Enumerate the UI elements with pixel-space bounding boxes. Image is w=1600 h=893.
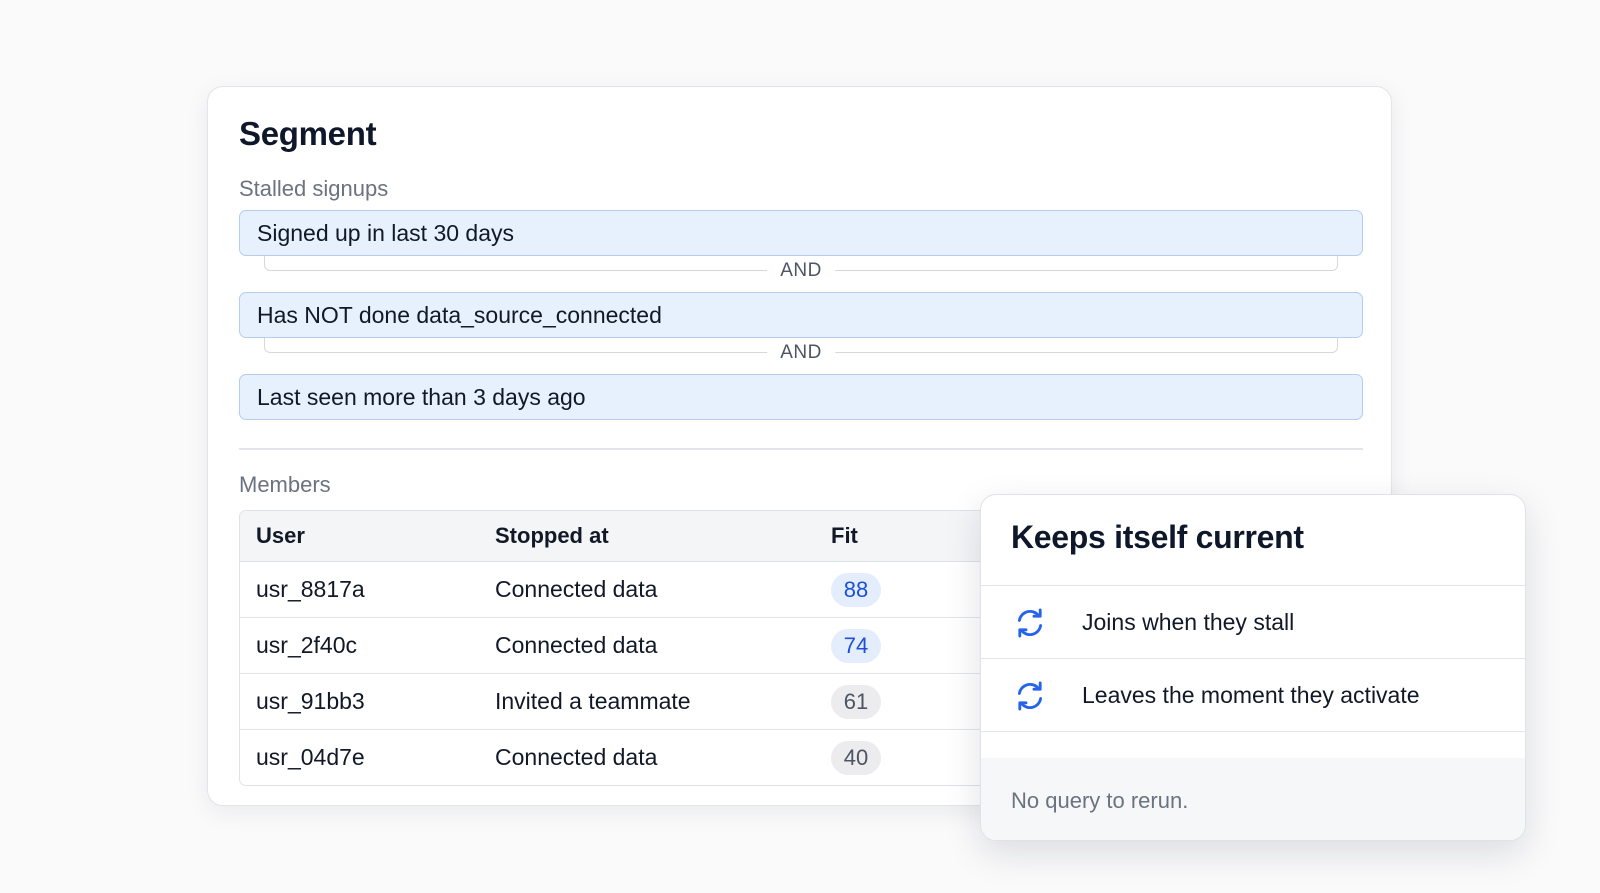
stopped-at: Connected data	[495, 632, 658, 658]
user-id: usr_04d7e	[256, 744, 365, 770]
fit-cell: 61	[831, 674, 881, 729]
feature-list: Joins when they stall Leaves the moment …	[981, 585, 1525, 732]
and-connector: AND	[264, 256, 1338, 282]
keeps-itself-current-card: Keeps itself current Joins when they sta…	[980, 494, 1526, 841]
condition-text: Last seen more than 3 days ago	[257, 383, 586, 410]
stopped-at: Invited a teammate	[495, 688, 691, 714]
condition-text: Signed up in last 30 days	[257, 219, 515, 246]
feature-item-joins: Joins when they stall	[981, 586, 1525, 659]
user-id: usr_91bb3	[256, 688, 365, 714]
segment-title: Segment	[239, 115, 377, 152]
section-divider	[239, 448, 1363, 450]
feature-text: Leaves the moment they activate	[1082, 681, 1420, 708]
feature-item-leaves: Leaves the moment they activate	[981, 659, 1525, 732]
fit-cell: 88	[831, 562, 881, 617]
fit-cell: 74	[831, 618, 881, 673]
stopped-at: Connected data	[495, 576, 658, 602]
fit-badge: 40	[831, 740, 881, 775]
feature-text: Joins when they stall	[1082, 608, 1295, 635]
column-header-fit[interactable]: Fit	[831, 511, 858, 561]
fit-badge: 74	[831, 628, 881, 663]
and-operator-label[interactable]: AND	[767, 342, 835, 364]
refresh-icon	[1017, 681, 1043, 711]
column-header-user[interactable]: User	[256, 511, 305, 561]
condition-last-seen[interactable]: Last seen more than 3 days ago	[239, 374, 1363, 420]
card-title: Keeps itself current	[1011, 519, 1304, 555]
fit-cell: 40	[831, 730, 881, 785]
card-footer: No query to rerun.	[981, 758, 1525, 840]
user-id: usr_2f40c	[256, 632, 358, 658]
segment-group-label: Stalled signups	[239, 176, 389, 201]
condition-text: Has NOT done data_source_connected	[257, 301, 662, 328]
members-label: Members	[239, 472, 331, 497]
refresh-icon	[1017, 608, 1043, 638]
condition-signed-up[interactable]: Signed up in last 30 days	[239, 210, 1363, 256]
condition-not-connected[interactable]: Has NOT done data_source_connected	[239, 292, 1363, 338]
column-header-stopped-at[interactable]: Stopped at	[495, 511, 609, 561]
stopped-at: Connected data	[495, 744, 658, 770]
footer-note-text: No query to rerun.	[1011, 788, 1189, 813]
fit-badge: 88	[831, 572, 881, 607]
and-connector: AND	[264, 338, 1338, 364]
and-operator-label[interactable]: AND	[767, 260, 835, 282]
user-id: usr_8817a	[256, 576, 365, 602]
fit-badge: 61	[831, 684, 881, 719]
